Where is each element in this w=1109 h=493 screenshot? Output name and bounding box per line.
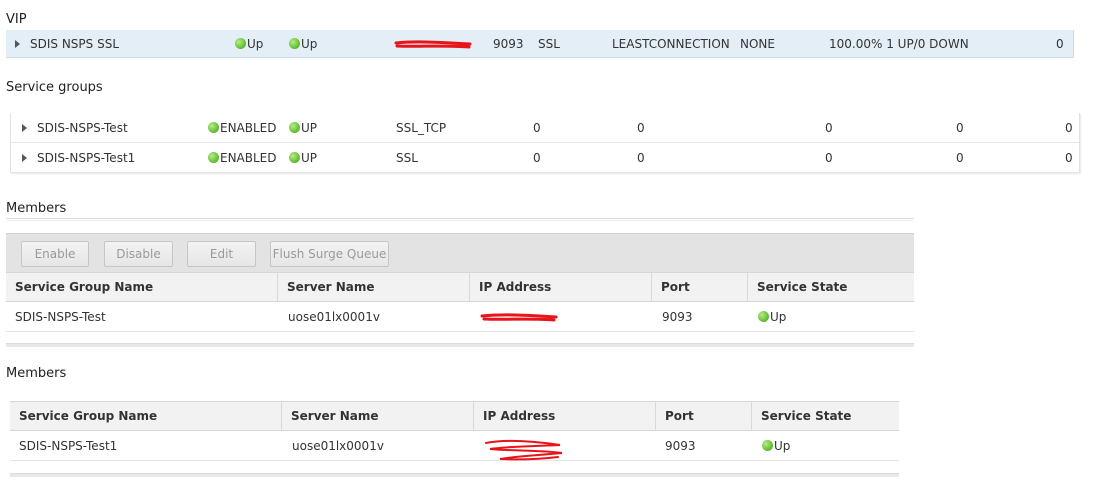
vip-health: 100.00% 1 UP/0 DOWN [829, 36, 969, 51]
column-ip-address[interactable]: IP Address [474, 402, 656, 430]
table-row[interactable]: SDIS-NSPS-Test1 uose01lx0001v 9093 Up [10, 431, 899, 461]
sg-value: 0 [956, 120, 964, 135]
enable-button[interactable]: Enable [21, 241, 89, 267]
table-footer-bar [10, 473, 899, 477]
disable-button[interactable]: Disable [104, 241, 173, 267]
sg-state: UP [289, 121, 317, 135]
redacted-ip-scribble [394, 39, 472, 48]
column-ip-address[interactable]: IP Address [470, 273, 652, 301]
column-server-name[interactable]: Server Name [278, 273, 470, 301]
table-footer-bar [6, 343, 914, 347]
redacted-ip-scribble [485, 439, 563, 460]
green-dot-icon [289, 151, 300, 163]
green-dot-icon [762, 439, 773, 451]
column-service-group-name[interactable]: Service Group Name [10, 402, 282, 430]
edit-button[interactable]: Edit [187, 241, 256, 267]
column-service-state[interactable]: Service State [748, 273, 914, 301]
vip-effective-state: Up [289, 37, 317, 51]
sg-protocol: SSL [396, 150, 418, 165]
members-table: Enable Disable Edit Flush Surge Queue Se… [6, 233, 914, 348]
sg-admin-state: ENABLED [208, 151, 277, 165]
sg-value: 0 [825, 150, 833, 165]
green-dot-icon [289, 37, 300, 49]
green-dot-icon [758, 310, 769, 322]
sg-state: UP [289, 151, 317, 165]
members-title: Members [6, 201, 67, 216]
members-toolbar: Enable Disable Edit Flush Surge Queue [6, 233, 914, 272]
member-server-name: uose01lx0001v [288, 309, 380, 324]
column-port[interactable]: Port [656, 402, 752, 430]
vip-name: SDIS NSPS SSL [30, 36, 120, 51]
member-group-name: SDIS-NSPS-Test1 [19, 438, 118, 453]
member-service-state: Up [758, 310, 786, 324]
member-server-name: uose01lx0001v [292, 438, 384, 453]
green-dot-icon [208, 151, 219, 163]
sg-admin-state: ENABLED [208, 121, 277, 135]
column-server-name[interactable]: Server Name [282, 402, 474, 430]
sg-value: 0 [1065, 150, 1073, 165]
vip-protocol: SSL [538, 36, 560, 51]
members-table-header: Service Group Name Server Name IP Addres… [6, 272, 914, 302]
sg-name: SDIS-NSPS-Test1 [37, 150, 136, 165]
members-table: Service Group Name Server Name IP Addres… [10, 401, 918, 483]
service-group-row[interactable]: SDIS-NSPS-Test1 ENABLED UP SSL 0 0 0 0 0 [11, 143, 1079, 173]
sg-value: 0 [956, 150, 964, 165]
flush-surge-queue-button[interactable]: Flush Surge Queue [270, 241, 389, 267]
sg-value: 0 [637, 150, 645, 165]
column-service-group-name[interactable]: Service Group Name [6, 273, 278, 301]
sg-value: 0 [533, 150, 541, 165]
member-service-state: Up [762, 439, 790, 453]
sg-name: SDIS-NSPS-Test [37, 120, 128, 135]
service-group-row[interactable]: SDIS-NSPS-Test ENABLED UP SSL_TCP 0 0 0 … [11, 113, 1079, 143]
member-port: 9093 [665, 438, 696, 453]
member-port: 9093 [662, 309, 693, 324]
vip-section-title: VIP [6, 12, 27, 27]
service-groups-list: SDIS-NSPS-Test ENABLED UP SSL_TCP 0 0 0 … [10, 113, 1080, 173]
column-port[interactable]: Port [652, 273, 748, 301]
sg-protocol: SSL_TCP [396, 120, 447, 135]
service-groups-title: Service groups [6, 80, 103, 95]
caret-right-icon[interactable] [15, 39, 20, 48]
vip-lb-method: LEASTCONNECTION [612, 36, 730, 51]
caret-right-icon[interactable] [22, 123, 27, 132]
member-group-name: SDIS-NSPS-Test [15, 309, 106, 324]
green-dot-icon [208, 121, 219, 133]
sg-value: 0 [825, 120, 833, 135]
members-title: Members [6, 366, 67, 381]
redacted-ip-scribble [480, 312, 558, 321]
vip-row[interactable]: SDIS NSPS SSL Up Up 9093 SSL LEASTCONNEC… [6, 30, 1074, 58]
green-dot-icon [235, 37, 246, 49]
caret-right-icon[interactable] [22, 153, 27, 162]
green-dot-icon [289, 121, 300, 133]
vip-port: 9093 [493, 36, 524, 51]
vip-state: Up [235, 37, 263, 51]
sg-value: 0 [533, 120, 541, 135]
column-service-state[interactable]: Service State [752, 402, 899, 430]
sg-value: 0 [1065, 120, 1073, 135]
table-row[interactable]: SDIS-NSPS-Test uose01lx0001v 9093 Up [6, 302, 914, 332]
vip-persistence: NONE [740, 36, 775, 51]
sg-value: 0 [637, 120, 645, 135]
members-table-header: Service Group Name Server Name IP Addres… [10, 401, 899, 431]
vip-count: 0 [1056, 36, 1064, 51]
divider [6, 218, 914, 221]
